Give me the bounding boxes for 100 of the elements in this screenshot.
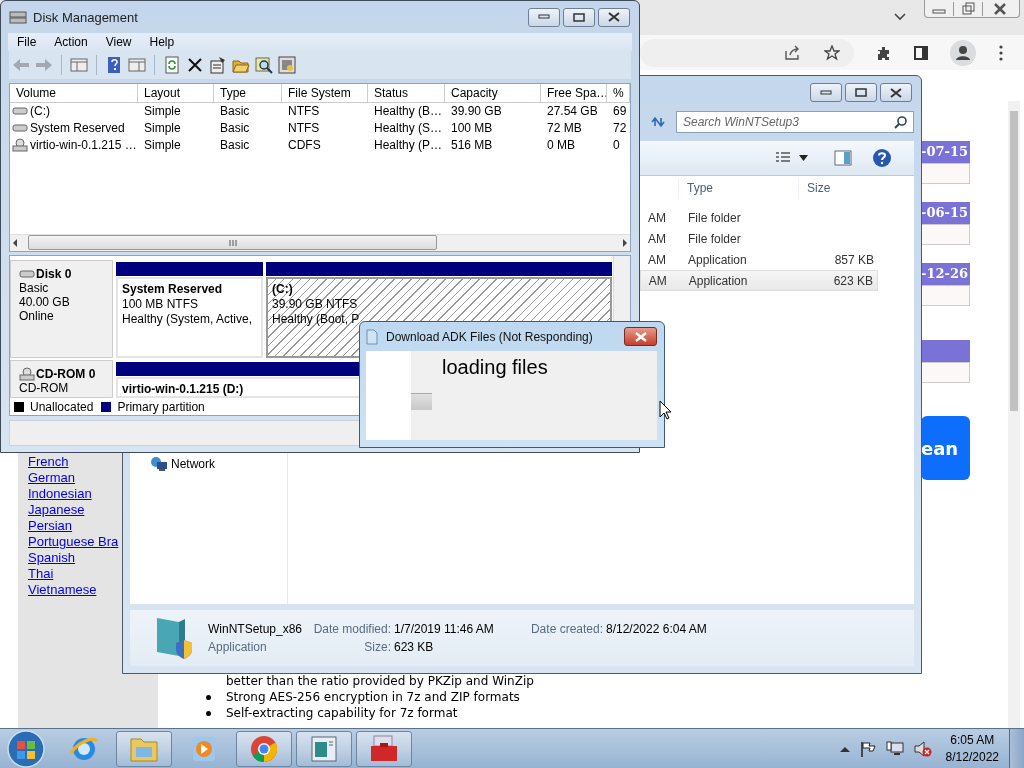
application-icon <box>154 615 192 661</box>
dropdown-arrow-icon[interactable] <box>799 155 808 161</box>
help-icon[interactable] <box>105 56 123 75</box>
maximize-button[interactable] <box>845 83 877 102</box>
view-list-icon[interactable] <box>775 151 791 165</box>
language-link[interactable]: Japanese <box>28 502 85 518</box>
language-link[interactable]: Persian <box>28 518 73 534</box>
field-label: Size: <box>363 640 392 654</box>
table-cell-text: Healthy (P… <box>373 136 444 154</box>
search-icon[interactable] <box>894 115 908 129</box>
flag-icon[interactable] <box>859 740 876 757</box>
search-icon[interactable] <box>255 56 273 75</box>
refresh-icon[interactable] <box>163 56 181 75</box>
cursor-icon <box>659 400 672 420</box>
language-link[interactable]: French <box>28 454 69 470</box>
column-header[interactable]: % <box>607 83 630 102</box>
help-icon[interactable] <box>872 148 892 168</box>
file-row[interactable]: AM File folder <box>640 207 878 228</box>
progress-block <box>411 393 432 410</box>
table-cell-text: Basic <box>219 119 251 137</box>
show-hidden-icons-arrow[interactable] <box>839 745 850 752</box>
language-link[interactable]: Indonesian <box>28 486 92 502</box>
chrome-taskbar-button[interactable] <box>236 730 292 767</box>
column-header[interactable]: Layout <box>138 83 214 102</box>
toolbox-taskbar-button[interactable] <box>356 730 412 767</box>
puzzle-icon[interactable] <box>876 44 892 61</box>
chevron-down-icon[interactable] <box>894 13 906 21</box>
disk-info: CD-ROM <box>19 380 70 395</box>
column-header[interactable]: Size <box>798 178 876 199</box>
disk-label-panel[interactable]: CD-ROM 0 CD-ROM <box>10 359 113 398</box>
console-icon[interactable] <box>70 56 88 75</box>
field-value: 1/7/2019 11:46 AM <box>394 622 495 636</box>
disk-label-panel[interactable]: Disk 0 Basic 40.00 GB Online <box>10 259 113 358</box>
status-message: loading files <box>442 356 549 379</box>
refresh-icon[interactable] <box>650 115 666 129</box>
column-header[interactable]: Free Spa… <box>541 83 607 102</box>
language-link[interactable]: Thai <box>28 566 54 582</box>
preview-pane-icon[interactable] <box>834 150 852 166</box>
file-row[interactable]: AM Application 857 KB <box>640 249 878 270</box>
language-link[interactable]: German <box>28 470 75 486</box>
minimize-icon <box>820 89 832 96</box>
column-header[interactable]: Status <box>368 83 445 102</box>
scrollbar[interactable] <box>1008 101 1020 728</box>
minimize-button[interactable] <box>528 7 560 27</box>
window-title: Disk Management <box>33 9 138 25</box>
language-link[interactable]: Portuguese Bra <box>28 534 119 550</box>
column-header[interactable]: Type <box>678 178 798 199</box>
field-label: Date modified: <box>312 622 392 636</box>
minimize-icon <box>538 14 550 21</box>
maximize-icon <box>855 88 867 97</box>
menu-icon[interactable] <box>998 44 1004 61</box>
share-icon[interactable] <box>784 44 802 61</box>
download-button[interactable]: ean <box>921 416 970 480</box>
settings-icon[interactable] <box>278 56 296 75</box>
column-header[interactable]: File System <box>282 83 368 102</box>
close-button[interactable] <box>880 83 912 102</box>
maximize-button[interactable] <box>563 7 595 27</box>
disk-info: 40.00 GB <box>19 294 71 309</box>
horizontal-scrollbar[interactable] <box>10 233 630 251</box>
language-link[interactable]: Spanish <box>28 550 75 566</box>
star-icon[interactable] <box>824 44 840 61</box>
side-panel-icon[interactable] <box>914 45 928 60</box>
table-cell-text: Basic <box>219 102 251 120</box>
scroll-thumb[interactable] <box>28 235 437 251</box>
minimize-button[interactable] <box>810 83 842 102</box>
explorer-taskbar-button[interactable] <box>116 730 172 767</box>
properties-icon[interactable] <box>209 56 227 75</box>
profile-icon[interactable] <box>950 39 976 66</box>
table-cell-text: CDFS <box>287 136 322 154</box>
document-icon <box>366 328 378 345</box>
network-icon[interactable] <box>885 740 904 757</box>
column-header[interactable]: Type <box>214 83 282 102</box>
disk-info: Basic <box>19 280 50 295</box>
panel-icon[interactable] <box>128 56 146 75</box>
close-icon <box>633 331 648 342</box>
close-icon <box>889 87 903 98</box>
close-button[interactable] <box>598 7 630 27</box>
network-nav-item[interactable]: Network <box>150 456 287 472</box>
column-header[interactable]: Capacity <box>445 83 541 102</box>
menu-item[interactable]: Help <box>140 33 184 52</box>
table-cell-text: 27.54 GB <box>546 102 599 120</box>
window-title: Download ADK Files (Not Responding) <box>386 329 593 344</box>
file-row[interactable]: AM File folder <box>640 228 878 249</box>
close-button[interactable] <box>624 327 657 346</box>
network-icon <box>150 456 168 472</box>
menu-item[interactable]: Action <box>45 33 97 52</box>
menu-item[interactable]: File <box>8 33 46 52</box>
column-header[interactable]: Volume <box>10 83 138 102</box>
start-button[interactable] <box>6 728 46 768</box>
muted-speaker-icon[interactable] <box>913 740 932 757</box>
address-bar[interactable] <box>640 38 854 67</box>
app-taskbar-button[interactable] <box>296 730 352 767</box>
clock-date[interactable]: 8/12/2022 <box>945 748 999 766</box>
search-field[interactable]: Search WinNTSetup3 <box>676 111 914 133</box>
clock-time[interactable]: 6:05 AM <box>950 731 995 749</box>
language-link[interactable]: Vietnamese <box>28 582 97 598</box>
menu-item[interactable]: View <box>96 33 141 52</box>
table-cell-text: Basic <box>219 136 251 154</box>
show-desktop-button[interactable] <box>1009 729 1024 768</box>
file-row[interactable]: AM Application 623 KB <box>640 270 878 291</box>
